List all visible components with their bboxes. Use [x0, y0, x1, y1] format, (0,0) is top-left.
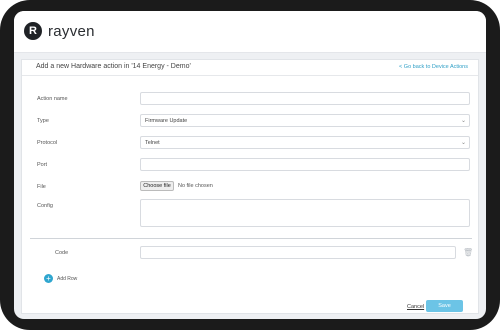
config-textarea[interactable]: [140, 199, 470, 227]
chevron-down-icon: ⌄: [460, 140, 466, 146]
plus-circle-icon[interactable]: +: [44, 274, 53, 283]
protocol-select[interactable]: Telnet ⌄: [140, 136, 470, 149]
file-status-text: No file chosen: [178, 183, 213, 189]
port-label: Port: [37, 162, 48, 168]
trash-icon[interactable]: 🗑: [463, 248, 473, 257]
action-name-label: Action name: [37, 96, 68, 102]
cancel-link[interactable]: Cancel: [407, 304, 424, 310]
code-input[interactable]: [140, 246, 456, 259]
chevron-down-icon: ⌄: [460, 118, 466, 124]
form-header: Add a new Hardware action in '14 Energy …: [22, 60, 478, 76]
action-name-input[interactable]: [140, 92, 470, 105]
type-select[interactable]: Firmware Update ⌄: [140, 114, 470, 127]
back-to-device-actions-link[interactable]: < Go back to Device Actions: [399, 64, 468, 70]
choose-file-button[interactable]: Choose file: [140, 181, 174, 191]
logo-text: rayven: [48, 22, 95, 40]
protocol-select-value: Telnet: [145, 140, 160, 146]
save-button[interactable]: Save: [426, 300, 463, 312]
protocol-label: Protocol: [37, 140, 58, 146]
logo-mark-icon: R: [24, 22, 42, 40]
tablet-frame: R rayven Add a new Hardware action in '1…: [0, 0, 500, 330]
logo[interactable]: R rayven: [24, 22, 95, 40]
screen: R rayven Add a new Hardware action in '1…: [14, 11, 486, 319]
code-label: Code: [55, 250, 69, 256]
top-bar: R rayven: [14, 11, 486, 53]
port-input[interactable]: [140, 158, 470, 171]
config-label: Config: [37, 203, 53, 209]
page-title: Add a new Hardware action in '14 Energy …: [36, 63, 191, 70]
file-label: File: [37, 184, 46, 190]
add-row-button[interactable]: Add Row: [57, 276, 77, 282]
divider: [30, 238, 472, 239]
type-label: Type: [37, 118, 49, 124]
type-select-value: Firmware Update: [145, 118, 188, 124]
hardware-action-form: Add a new Hardware action in '14 Energy …: [21, 59, 479, 314]
